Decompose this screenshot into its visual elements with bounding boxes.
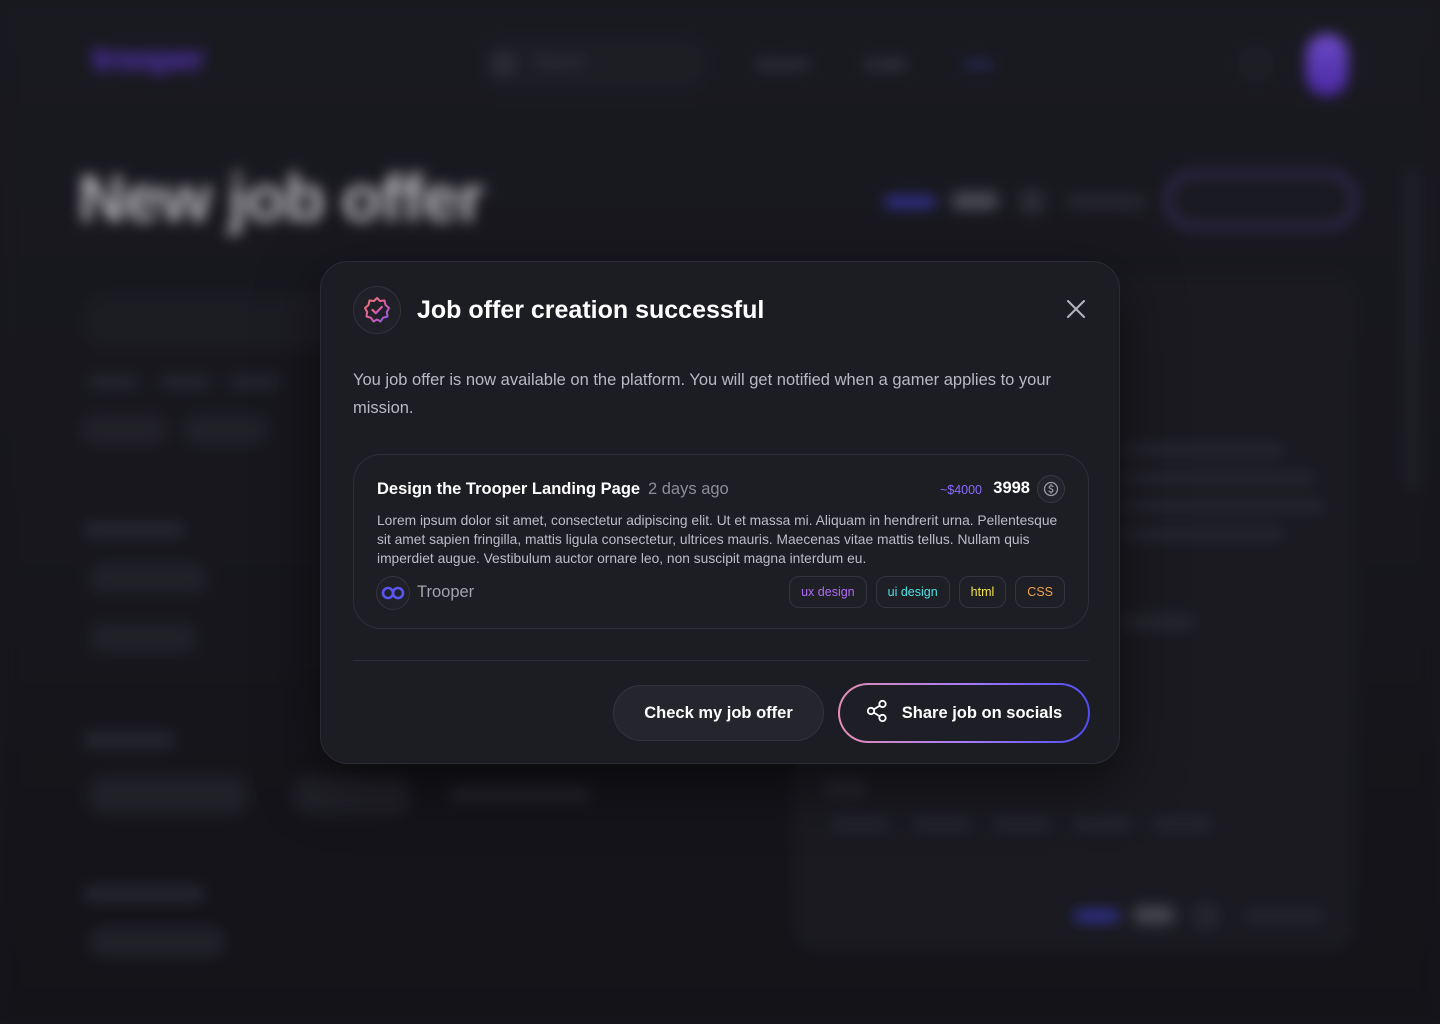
job-price-estimate: ~$4000	[939, 483, 982, 497]
job-price: 3998	[993, 479, 1030, 497]
modal-description: You job offer is now available on the pl…	[353, 371, 1052, 417]
skill-tags: ux design ui design html CSS	[789, 576, 1065, 608]
divider	[353, 660, 1089, 661]
dollar-coin-icon	[1037, 475, 1065, 503]
job-time-ago: 2 days ago	[648, 480, 729, 498]
tag-ui-design[interactable]: ui design	[875, 576, 950, 608]
close-icon[interactable]	[1061, 294, 1091, 324]
nav-guilds: Guilds	[864, 56, 907, 73]
share-icon	[866, 699, 888, 728]
modal-title: Job offer creation successful	[417, 296, 765, 324]
scrollbar	[1406, 170, 1418, 490]
check-job-offer-button[interactable]: Check my job offer	[613, 685, 824, 741]
create-recruit-button	[1166, 172, 1356, 228]
search-placeholder: Search	[534, 54, 585, 71]
nav-gamers: Gamers	[756, 56, 810, 73]
search-bar	[480, 38, 710, 90]
job-title: Design the Trooper Landing Page	[377, 480, 641, 498]
bell-icon	[1242, 50, 1270, 78]
verified-badge-icon	[353, 286, 401, 334]
job-offer-card[interactable]: Design the Trooper Landing Page 2 days a…	[353, 454, 1089, 629]
company-name: Trooper	[417, 583, 475, 601]
share-job-button[interactable]: Share job on socials	[838, 683, 1090, 743]
nav-jobs: Jobs	[962, 56, 994, 73]
success-modal: Job offer creation successful You job of…	[320, 261, 1120, 764]
app-logo: trooper	[92, 40, 205, 78]
share-button-label: Share job on socials	[901, 703, 1063, 722]
tag-html[interactable]: html	[958, 576, 1007, 608]
job-description: Lorem ipsum dolor sit amet, consectetur …	[377, 513, 1058, 566]
page-title: New job offer	[78, 161, 484, 235]
avatar	[1306, 34, 1348, 96]
tag-ux-design[interactable]: ux design	[789, 576, 867, 608]
tag-css[interactable]: CSS	[1015, 576, 1065, 608]
search-icon	[494, 54, 514, 74]
trooper-logo-icon	[376, 576, 410, 610]
